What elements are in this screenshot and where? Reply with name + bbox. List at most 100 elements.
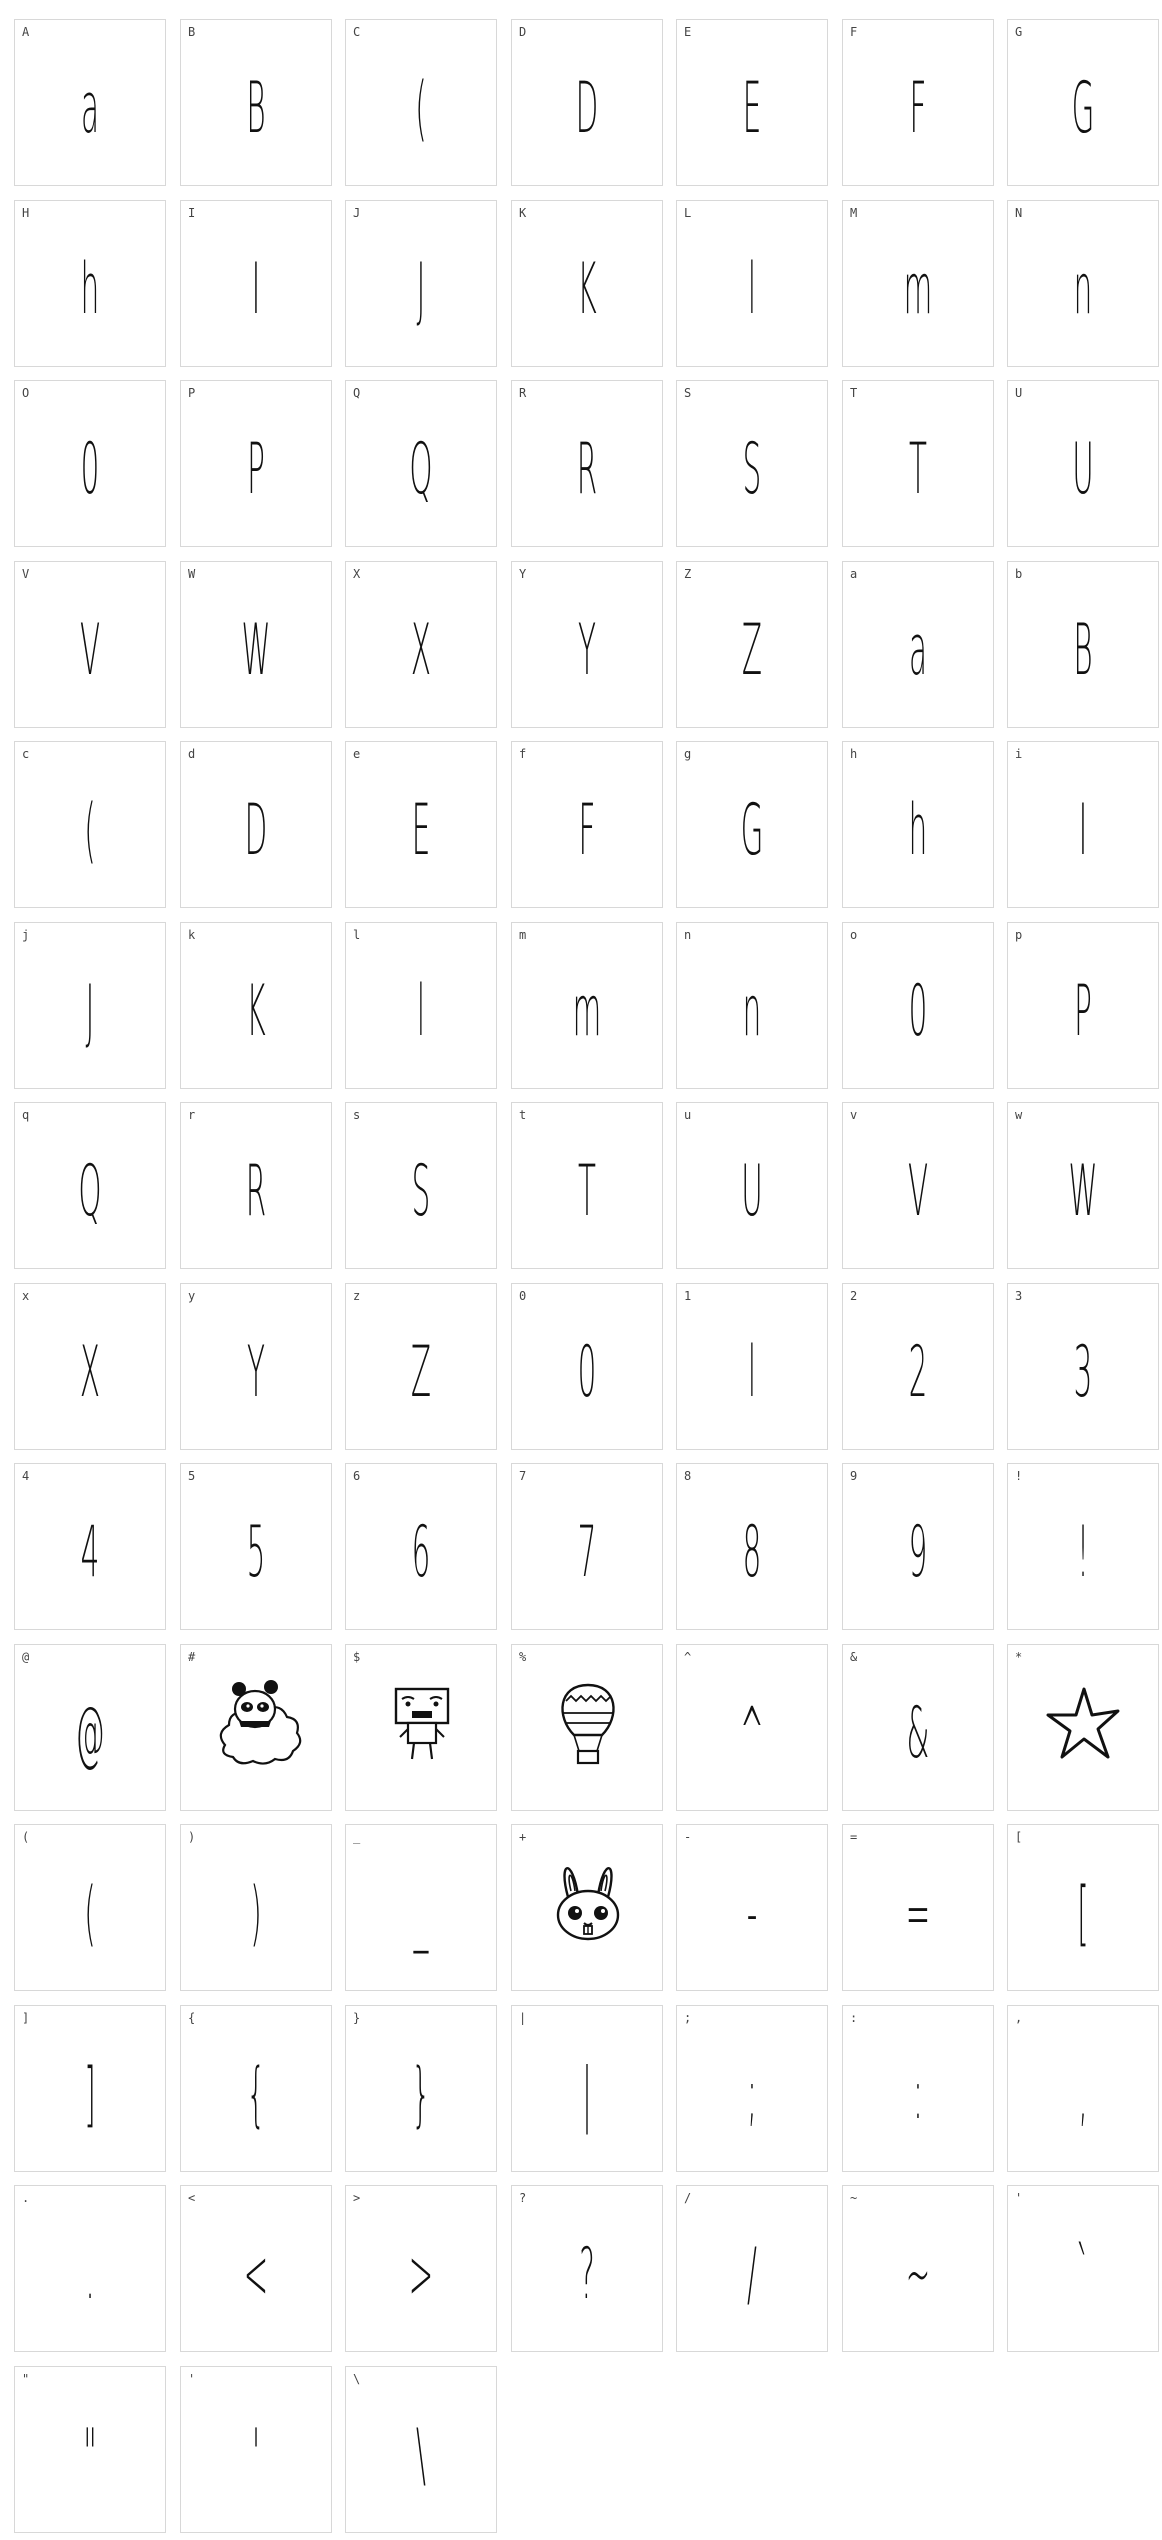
hot-air-balloon-picture [560,1683,616,1765]
glyph-cell-label: f [519,747,527,761]
glyph-cell: $ [345,1644,497,1811]
glyph-sample: [ [1077,1872,1089,1954]
glyph-sample: V [907,1150,929,1232]
glyph-cell: )) [180,1824,332,1991]
glyph-sample: D [575,67,599,149]
glyph-cell-label: v [850,1108,858,1122]
glyph-cell-label: e [353,747,361,761]
glyph-cell-label: ! [1015,1469,1023,1483]
glyph-cell-label: G [1015,25,1023,39]
glyph-cell-label: X [353,567,361,581]
glyph-cell-label: ? [519,2191,527,2205]
glyph-cell: kK [180,922,332,1089]
glyph-cell: ^ ^ [676,1644,828,1811]
glyph-cell-label: j [22,928,30,942]
glyph-cell-label: d [188,747,196,761]
glyph-cell: ' ` [1007,2185,1159,2352]
glyph-sample: K [577,248,597,330]
glyph-cell-label: 3 [1015,1289,1023,1303]
glyph-cell-label: S [684,386,692,400]
glyph-sample: } [411,2053,431,2135]
glyph-sample: F [909,67,927,149]
glyph-cell-label: I [188,206,196,220]
glyph-cell-label: p [1015,928,1023,942]
glyph-sample: Z [410,1331,432,1413]
glyph-cell: gG [676,741,828,908]
glyph-cell: vV [842,1102,994,1269]
glyph-cell: FF [842,19,994,186]
glyph-cell-label: % [519,1650,527,1664]
glyph-sample: ? [579,2233,595,2315]
glyph-sample: B [1073,609,1093,691]
glyph-cell-label: ' [1015,2191,1023,2205]
glyph-sample: Q [78,1150,102,1232]
glyph-cell: qQ [14,1102,166,1269]
glyph-cell-label: y [188,1289,196,1303]
glyph-cell-label: b [1015,567,1023,581]
glyph-sample: F [578,789,596,871]
glyph-sample: T [578,1150,596,1232]
glyph-cell-label: E [684,25,692,39]
glyph-sample: | [582,2053,592,2135]
glyph-cell-label: x [22,1289,30,1303]
glyph-sample: a [908,609,928,691]
glyph-cell-label: = [850,1830,858,1844]
glyph-cell-label: - [684,1830,692,1844]
glyph-cell-label: U [1015,386,1023,400]
glyph-cell-label: 1 [684,1289,692,1303]
glyph-cell: 44 [14,1463,166,1630]
glyph-sample: a [80,67,100,149]
glyph-cell: jJ [14,922,166,1089]
glyph-cell: -- [676,1824,828,1991]
glyph-cell: 88 [676,1463,828,1630]
glyph-cell: TT [842,380,994,547]
glyph-sample: ! [1077,1511,1089,1593]
glyph-sample: W [1068,1150,1098,1232]
glyph-cell: BB [180,19,332,186]
glyph-cell: o0 [842,922,994,1089]
glyph-sample: , [1078,2053,1088,2135]
glyph-sample: - [746,1872,758,1954]
glyph-cell: 22 [842,1283,994,1450]
glyph-cell: nn [676,922,828,1089]
glyph-sample: T [909,428,927,510]
glyph-cell-label: 8 [684,1469,692,1483]
glyph-sample: X [410,609,432,691]
glyph-cell: ?? [511,2185,663,2352]
glyph-sample: I [251,248,261,330]
glyph-sample: 8 [742,1511,762,1593]
glyph-cell: wW [1007,1102,1159,1269]
glyph-cell: < < [180,2185,332,2352]
glyph-cell: 99 [842,1463,994,1630]
glyph-sample: Q [409,428,433,510]
glyph-sample: 0 [80,428,100,510]
glyph-cell-label: H [22,206,30,220]
glyph-cell: = = [842,1824,994,1991]
glyph-cell: & & [842,1644,994,1811]
glyph-sample: J [416,248,426,330]
glyph-cell: II [180,200,332,367]
glyph-cell: 33 [1007,1283,1159,1450]
glyph-cell: VV [14,561,166,728]
glyph-sample: " [83,2414,97,2496]
glyph-cell-label: . [22,2191,30,2205]
glyph-sample: ( [84,1872,96,1954]
glyph-sample: G [1071,67,1095,149]
glyph-cell-label: ( [22,1830,30,1844]
glyph-sample: G [740,789,764,871]
glyph-sample: I [1078,789,1088,871]
glyph-sample: ^ [739,1692,765,1774]
glyph-cell: :: [842,2005,994,2172]
glyph-cell: YY [511,561,663,728]
glyph-cell-label: ' [188,2372,196,2386]
glyph-cell-label: * [1015,1650,1023,1664]
glyph-cell: QQ [345,380,497,547]
glyph-cell-label: k [188,928,196,942]
glyph-sample: U [1072,428,1094,510]
glyph-cell: ZZ [676,561,828,728]
glyph-sample: m [903,248,933,330]
glyph-cell-label: V [22,567,30,581]
glyph-cell-label: K [519,206,527,220]
glyph-cell: Mm [842,200,994,367]
glyph-cell: 1l [676,1283,828,1450]
